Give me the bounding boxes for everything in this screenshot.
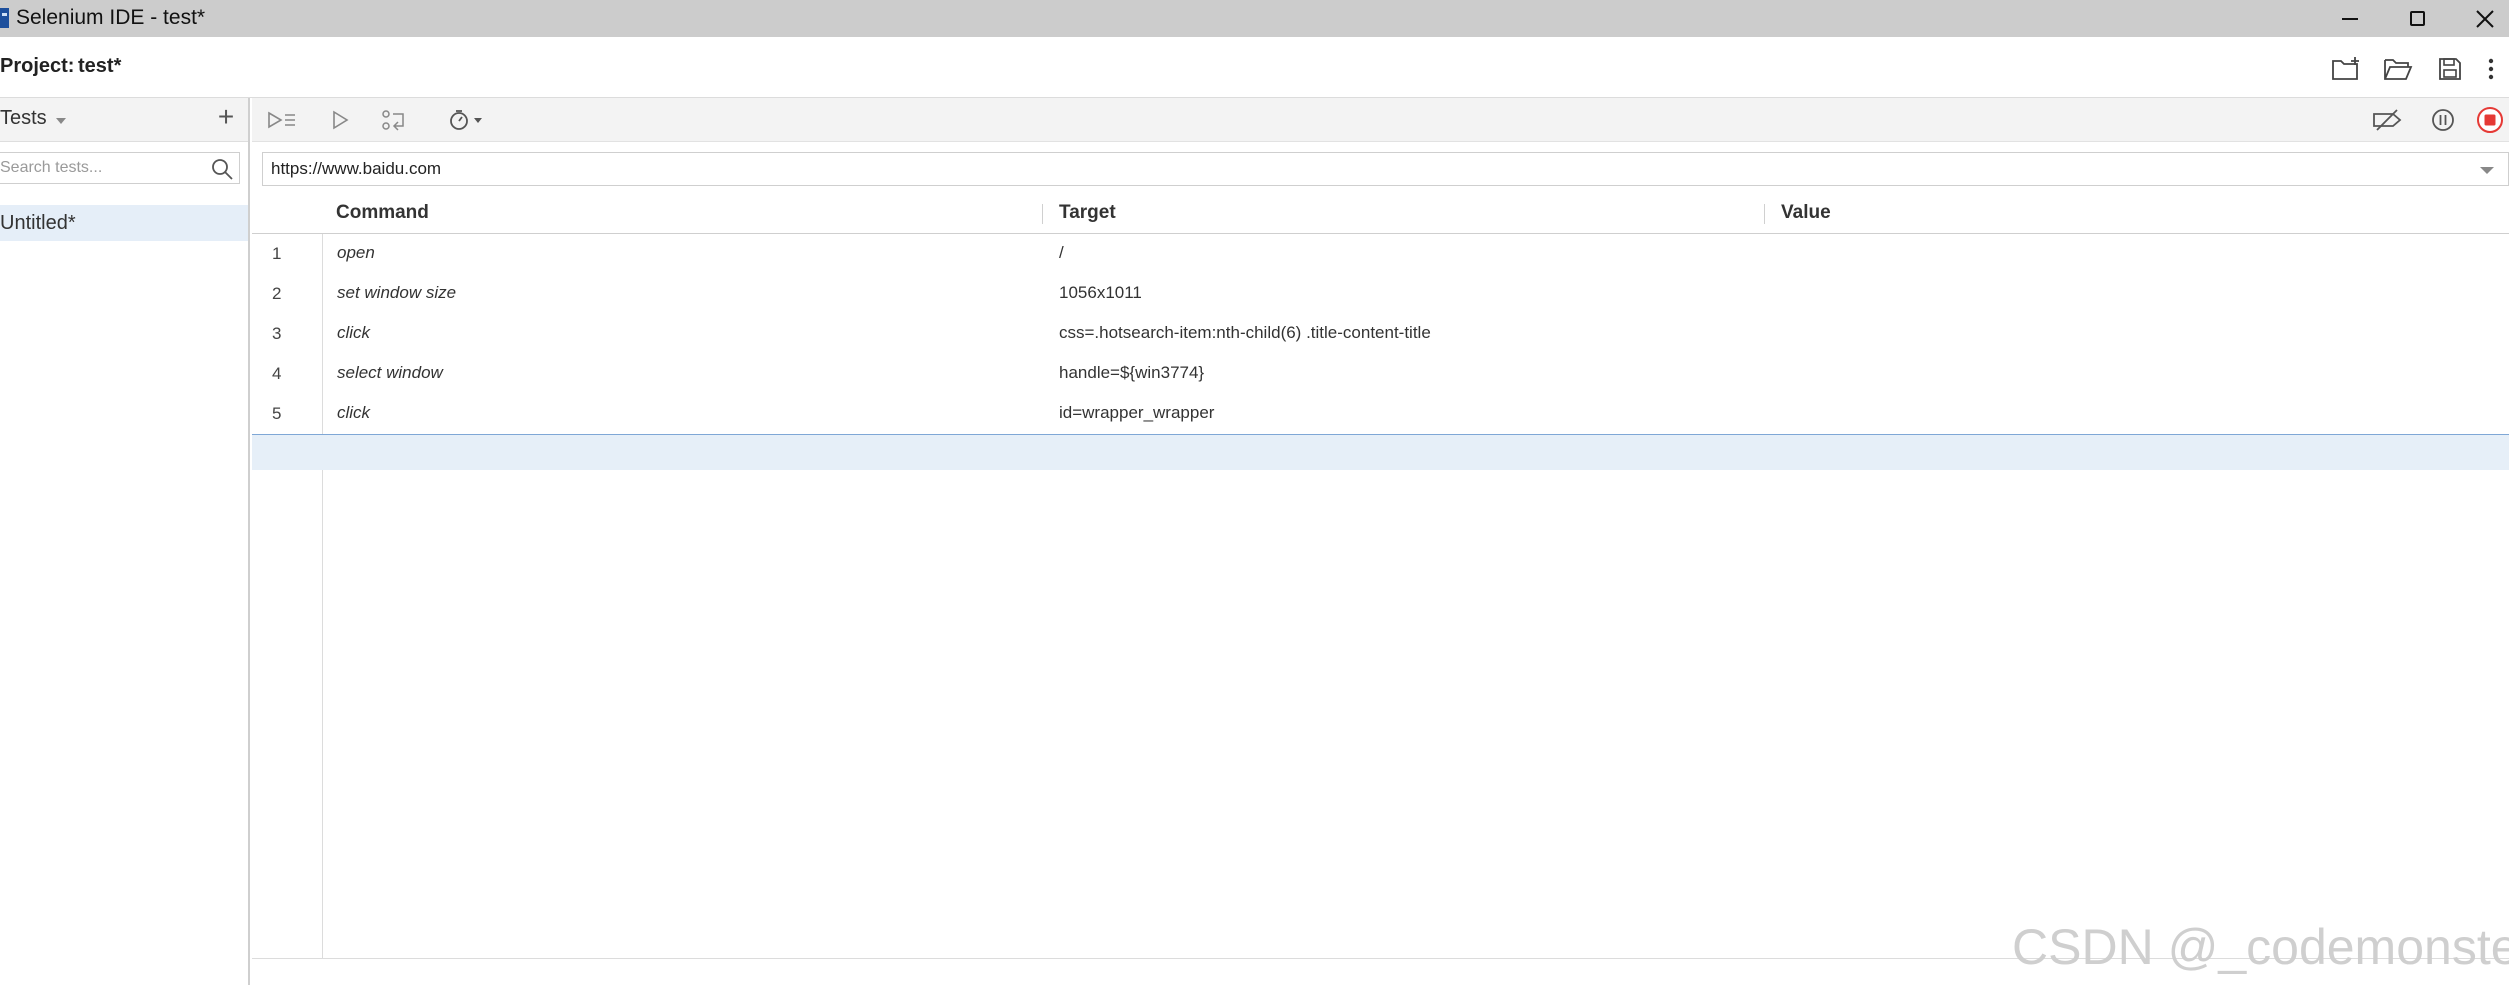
table-row[interactable]: 2 set window size 1056x1011 [252, 274, 2509, 314]
row-index: 2 [272, 284, 282, 303]
close-window-button[interactable] [2460, 0, 2509, 37]
editor-toolbar [252, 98, 2509, 142]
row-command: open [337, 243, 375, 262]
row-command: select window [337, 363, 443, 382]
play-icon [333, 110, 349, 130]
url-dropdown-caret-icon[interactable] [2480, 167, 2494, 174]
row-target: handle=${win3774} [1059, 363, 1205, 382]
column-divider[interactable] [1764, 204, 1765, 224]
caret-down-icon[interactable] [56, 118, 66, 124]
table-row[interactable]: 5 click id=wrapper_wrapper [252, 394, 2509, 434]
search-tests-input[interactable] [0, 153, 200, 183]
breakpoint-off-icon [2373, 109, 2402, 131]
run-current-test-button[interactable] [324, 104, 356, 136]
disable-breakpoints-button[interactable] [2369, 104, 2405, 136]
row-index: 3 [272, 324, 282, 343]
row-command: click [337, 323, 371, 342]
row-target: css=.hotsearch-item:nth-child(6) .title-… [1059, 323, 1431, 342]
run-all-icon [268, 111, 295, 129]
target-column-header: Target [1059, 202, 1116, 223]
table-row[interactable]: 3 click css=.hotsearch-item:nth-child(6)… [252, 314, 2509, 354]
pause-on-exception-button[interactable] [2427, 104, 2459, 136]
row-command: click [337, 403, 371, 422]
row-target: / [1059, 243, 1064, 262]
row-command: set window size [337, 283, 457, 302]
window-title: Selenium IDE - test* [16, 6, 206, 29]
row-target: 1056x1011 [1059, 283, 1142, 302]
tests-header: Tests + [0, 98, 248, 142]
record-stop-icon [2477, 107, 2503, 133]
table-row[interactable]: 1 open / [252, 234, 2509, 274]
base-url-input[interactable] [263, 153, 2463, 185]
new-command-row[interactable] [252, 434, 2509, 470]
project-label: Project: [0, 55, 75, 77]
project-name[interactable]: test* [78, 55, 121, 78]
minimize-icon [2342, 17, 2358, 20]
row-index: 1 [272, 244, 282, 263]
project-header: Project: test* [0, 37, 2509, 98]
selenium-app-icon [0, 8, 9, 28]
tests-sidebar: Tests + Untitled* [0, 98, 250, 985]
new-project-button[interactable] [2330, 54, 2362, 84]
more-options-button[interactable] [2476, 54, 2506, 84]
test-speed-button[interactable] [444, 104, 492, 136]
command-column-header: Command [336, 202, 429, 223]
add-test-button[interactable]: + [210, 102, 242, 134]
column-divider[interactable] [1042, 204, 1043, 224]
run-all-tests-button[interactable] [266, 104, 298, 136]
open-project-button[interactable] [2382, 54, 2414, 84]
test-item-untitled[interactable]: Untitled* [0, 205, 248, 241]
watermark-text: CSDN @_codemonster [2012, 919, 2509, 975]
more-vertical-icon [2488, 58, 2494, 80]
command-table-header: Command Target Value [252, 194, 2509, 234]
maximize-button[interactable] [2392, 0, 2442, 37]
open-folder-icon [2384, 59, 2413, 80]
table-row[interactable]: 4 select window handle=${win3774} [252, 354, 2509, 394]
test-item-label: Untitled* [0, 212, 76, 234]
new-folder-icon [2332, 57, 2359, 80]
maximize-icon [2409, 11, 2425, 26]
row-index: 5 [272, 404, 282, 423]
search-tests-box [0, 152, 240, 184]
stop-recording-button[interactable] [2474, 104, 2506, 136]
value-column-header: Value [1781, 202, 1831, 223]
command-table: Command Target Value 1 open / 2 set wind… [252, 194, 2509, 985]
pause-icon [2432, 109, 2454, 131]
window-titlebar: Selenium IDE - test* [0, 0, 2509, 37]
row-target: id=wrapper_wrapper [1059, 403, 1215, 422]
search-icon[interactable] [210, 157, 234, 181]
base-url-field [262, 152, 2509, 186]
save-project-button[interactable] [2434, 54, 2466, 84]
close-icon [2476, 9, 2494, 28]
step-icon [382, 110, 404, 131]
minimize-button[interactable] [2325, 0, 2375, 37]
stopwatch-icon [450, 110, 482, 130]
row-index: 4 [272, 364, 282, 383]
step-over-button[interactable] [378, 104, 412, 136]
save-icon [2439, 58, 2461, 80]
tests-dropdown-label[interactable]: Tests [0, 107, 47, 130]
editor-panel: Command Target Value 1 open / 2 set wind… [252, 98, 2509, 985]
